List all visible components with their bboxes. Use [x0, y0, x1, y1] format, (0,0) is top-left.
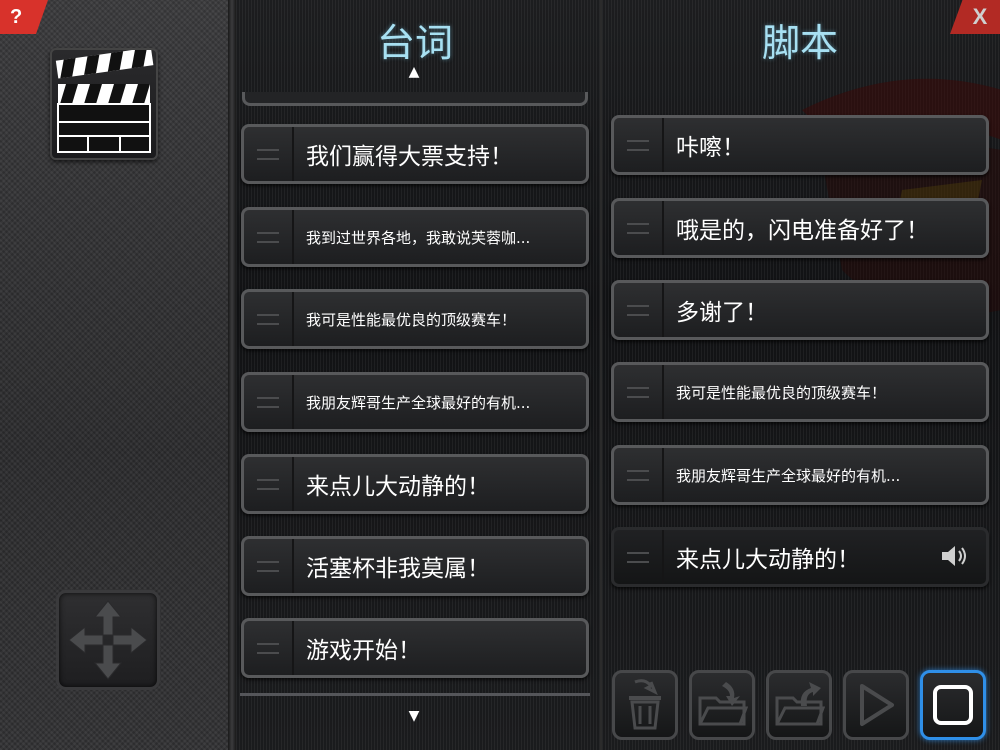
- line-item[interactable]: 我到过世界各地，我敢说芙蓉咖...: [241, 207, 589, 267]
- line-item-label: 我可是性能最优良的顶级赛车！: [306, 310, 517, 329]
- drag-handle-icon[interactable]: [244, 375, 294, 429]
- folder-out-icon: [775, 682, 825, 726]
- close-button[interactable]: X: [950, 0, 1000, 34]
- drag-handle-icon[interactable]: [614, 530, 664, 584]
- script-item-label: 多谢了！: [676, 300, 768, 326]
- line-item-label: 我到过世界各地，我敢说芙蓉咖...: [306, 228, 531, 247]
- drag-handle-icon[interactable]: [614, 283, 664, 337]
- drag-handle-icon[interactable]: [614, 365, 664, 419]
- stop-button[interactable]: [920, 670, 986, 740]
- trash-icon: [629, 679, 661, 730]
- drag-handle-icon[interactable]: [244, 457, 294, 511]
- line-item-label: 游戏开始！: [306, 638, 421, 664]
- drag-handle-icon[interactable]: [244, 292, 294, 346]
- folder-in-icon: [698, 682, 748, 726]
- move-arrows-icon[interactable]: [56, 590, 160, 690]
- line-item-label: 来点儿大动静的！: [306, 474, 490, 500]
- stop-icon: [933, 685, 973, 725]
- clapperboard-icon[interactable]: [50, 47, 158, 160]
- line-item[interactable]: 来点儿大动静的！: [241, 454, 589, 514]
- line-item-label: 我朋友辉哥生产全球最好的有机...: [306, 393, 531, 412]
- line-item[interactable]: 我们赢得大票支持！: [241, 124, 589, 184]
- drag-handle-icon[interactable]: [614, 448, 664, 502]
- script-item-label: 哦是的，闪电准备好了！: [676, 218, 929, 244]
- load-button[interactable]: [689, 670, 755, 740]
- drag-handle-icon[interactable]: [244, 621, 294, 675]
- script-item-label: 我朋友辉哥生产全球最好的有机...: [676, 466, 901, 485]
- line-item[interactable]: 游戏开始！: [241, 618, 589, 678]
- scroll-down-arrow-icon[interactable]: ▼: [404, 708, 424, 724]
- delete-button[interactable]: [612, 670, 678, 740]
- list-bottom-rule: [240, 693, 590, 696]
- drag-handle-icon[interactable]: [244, 539, 294, 593]
- help-button[interactable]: ?: [0, 0, 48, 34]
- script-item[interactable]: 我朋友辉哥生产全球最好的有机...: [611, 445, 989, 505]
- panel-divider: [228, 0, 236, 750]
- left-panel: ?: [0, 0, 228, 750]
- lines-title: 台词: [376, 21, 453, 65]
- drag-handle-icon[interactable]: [244, 127, 294, 181]
- speaker-icon[interactable]: [940, 544, 968, 573]
- script-item[interactable]: 来点儿大动静的！: [611, 527, 989, 587]
- script-item[interactable]: 多谢了！: [611, 280, 989, 340]
- line-item[interactable]: 我朋友辉哥生产全球最好的有机...: [241, 372, 589, 432]
- drag-handle-icon[interactable]: [614, 201, 664, 255]
- line-item-label: 活塞杯非我莫属！: [306, 556, 490, 582]
- drag-handle-icon[interactable]: [244, 210, 294, 264]
- list-item-partial: [242, 92, 588, 106]
- script-item-label: 来点儿大动静的！: [676, 547, 860, 573]
- line-item[interactable]: 活塞杯非我莫属！: [241, 536, 589, 596]
- line-item-label: 我们赢得大票支持！: [306, 144, 513, 170]
- script-title: 脚本: [761, 21, 838, 65]
- script-item[interactable]: 我可是性能最优良的顶级赛车！: [611, 362, 989, 422]
- script-item[interactable]: 咔嚓！: [611, 115, 989, 175]
- script-item-label: 我可是性能最优良的顶级赛车！: [676, 383, 887, 402]
- save-button[interactable]: [766, 670, 832, 740]
- script-item-label: 咔嚓！: [676, 135, 745, 161]
- line-item[interactable]: 我可是性能最优良的顶级赛车！: [241, 289, 589, 349]
- drag-handle-icon[interactable]: [614, 118, 664, 172]
- scroll-up-arrow-icon[interactable]: ▲: [404, 64, 424, 80]
- play-button[interactable]: [843, 670, 909, 740]
- script-item[interactable]: 哦是的，闪电准备好了！: [611, 198, 989, 258]
- play-icon: [860, 684, 894, 726]
